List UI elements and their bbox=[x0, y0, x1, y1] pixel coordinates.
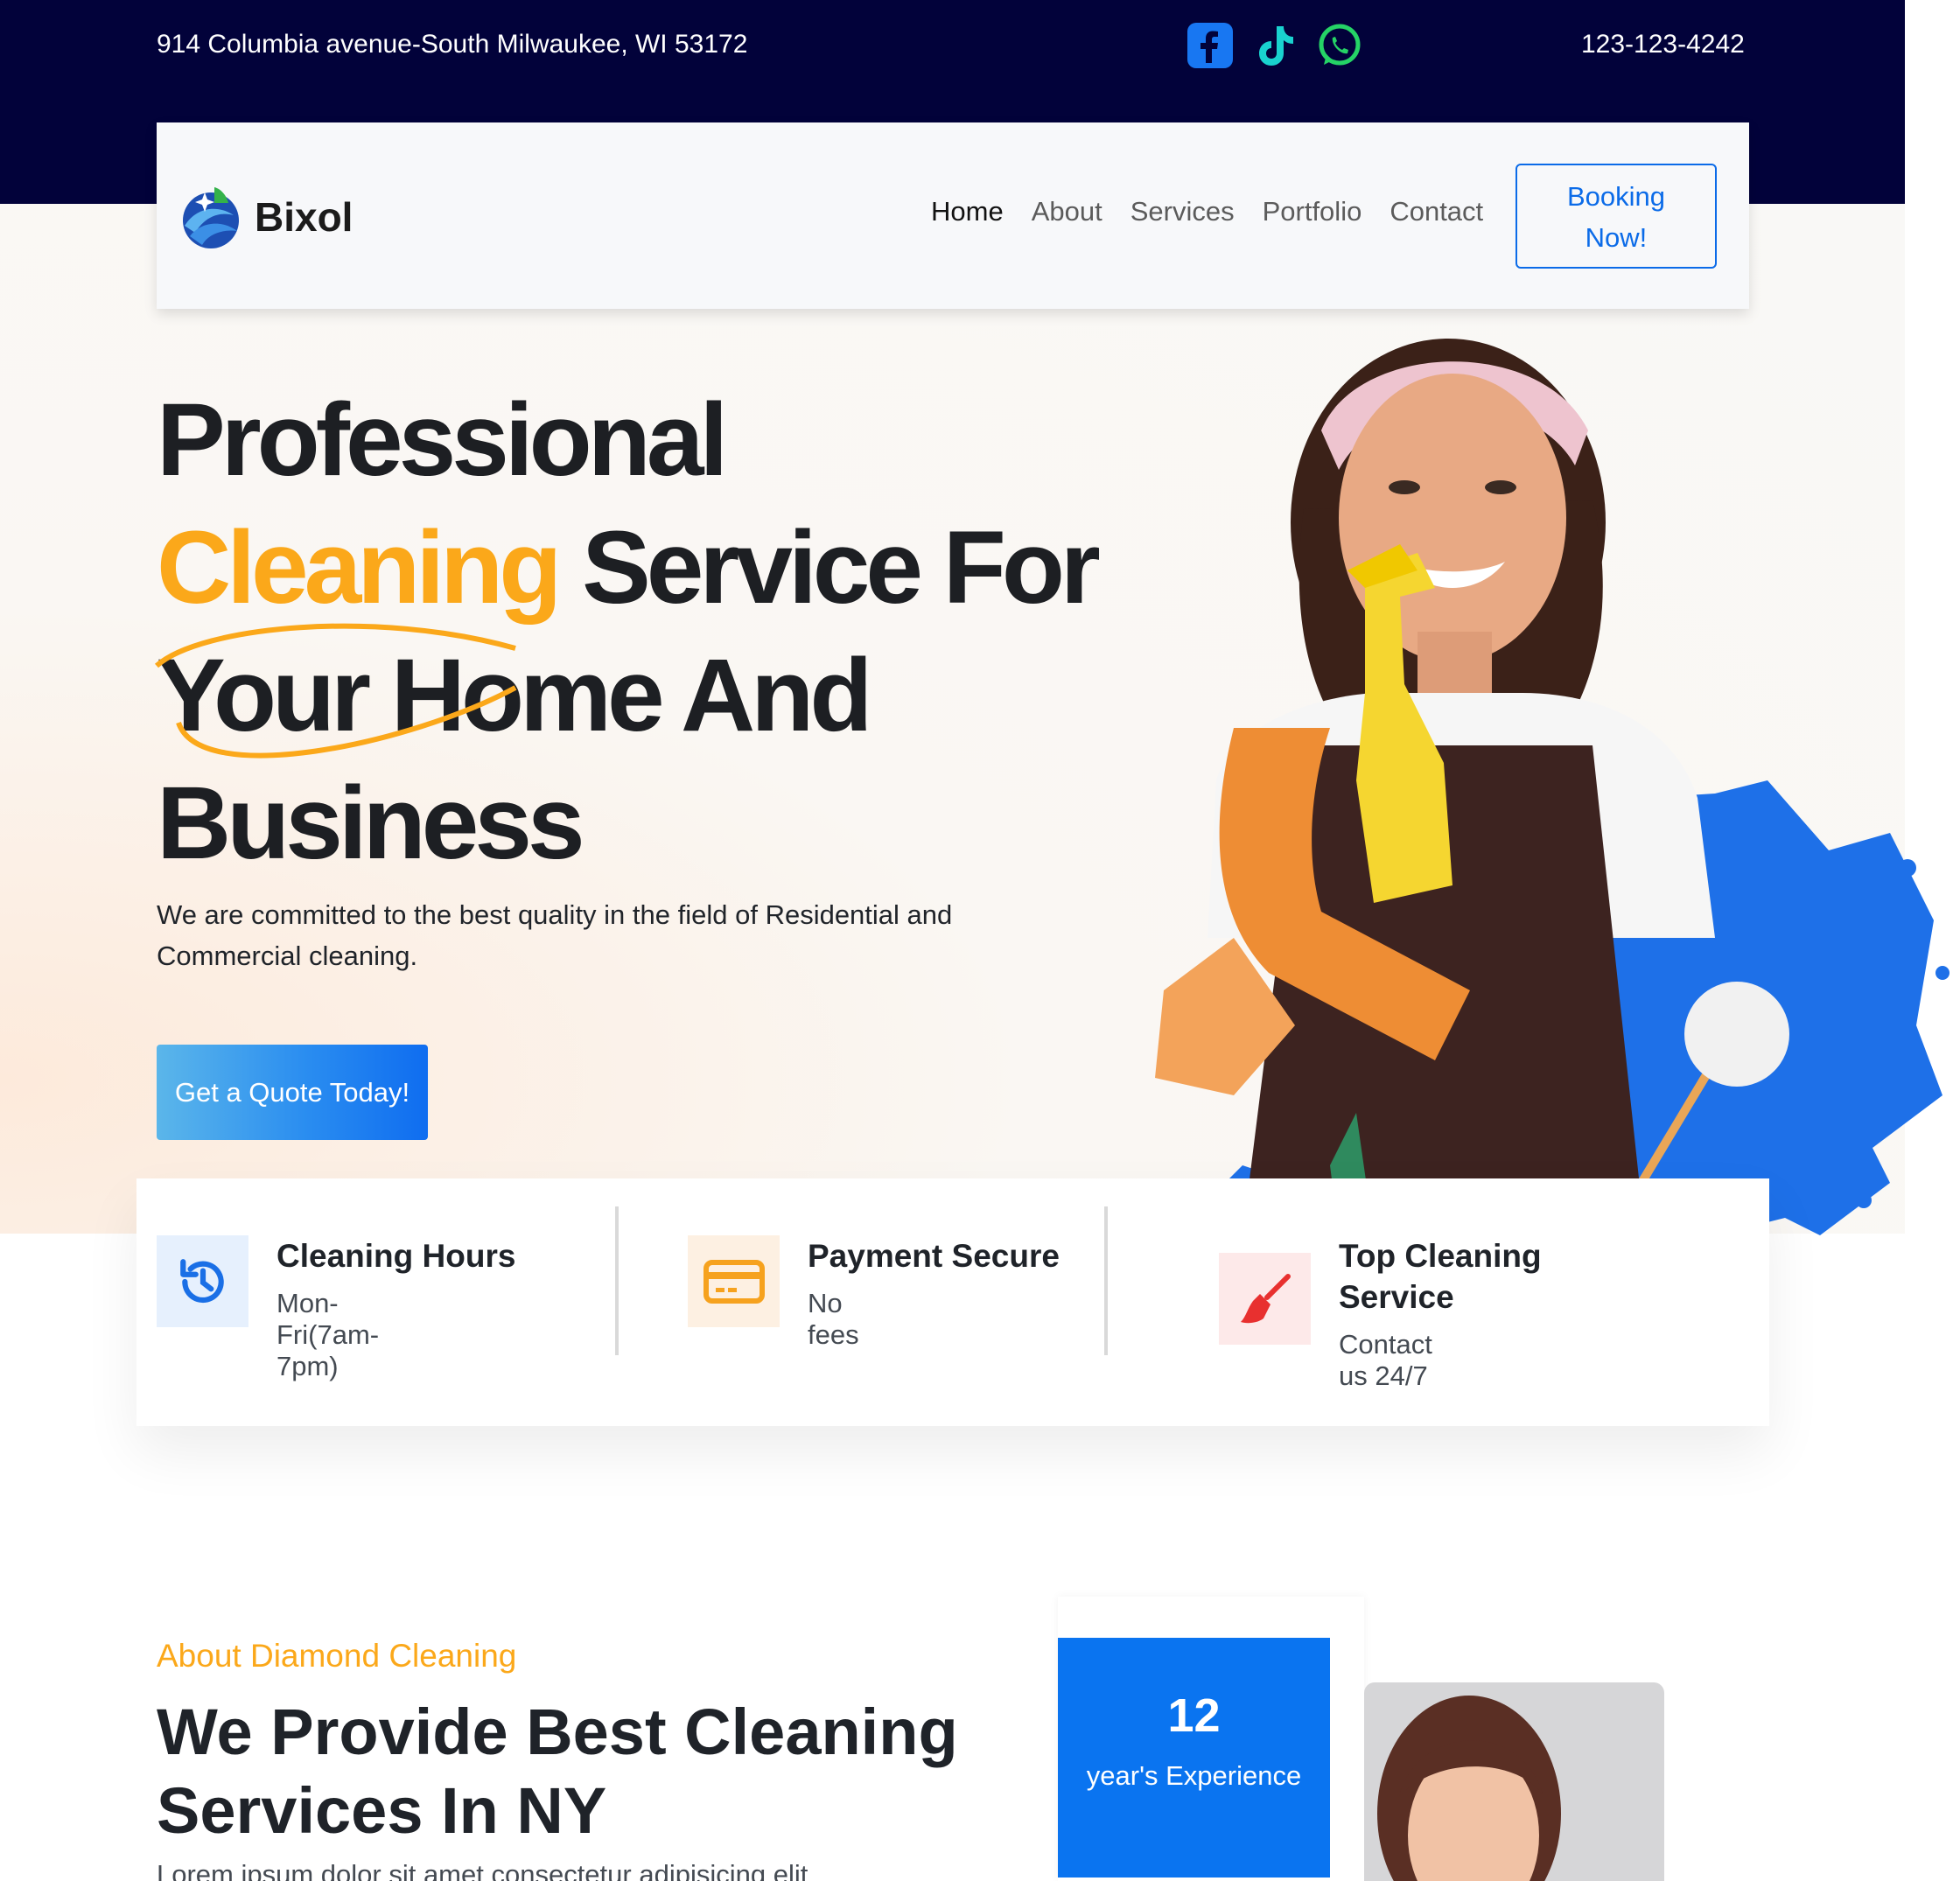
nav-services[interactable]: Services bbox=[1130, 196, 1235, 227]
hero-title-line2-rest: Service For bbox=[557, 510, 1101, 626]
nav-about[interactable]: About bbox=[1032, 196, 1102, 227]
top-address: 914 Columbia avenue-South Milwaukee, WI … bbox=[157, 30, 748, 59]
brand-logo[interactable]: Bixol bbox=[176, 180, 353, 254]
about-kicker: About Diamond Cleaning bbox=[157, 1638, 517, 1674]
hero-title-highlight: Cleaning bbox=[154, 504, 562, 759]
hero-title: Professional Cleaning Service For Your H… bbox=[154, 376, 1119, 887]
credit-card-icon bbox=[688, 1235, 780, 1327]
facebook-icon[interactable] bbox=[1186, 21, 1235, 70]
clock-history-icon bbox=[157, 1235, 248, 1327]
experience-label: year's Experience bbox=[1086, 1760, 1302, 1791]
nav-links: Home About Services Portfolio Contact bbox=[931, 196, 1483, 227]
feature-divider bbox=[615, 1206, 619, 1355]
hero-title-line1: Professional bbox=[157, 382, 728, 498]
whatsapp-icon[interactable] bbox=[1315, 21, 1364, 70]
feature-sub: No fees bbox=[808, 1288, 859, 1350]
feature-title: Top Cleaning Service bbox=[1339, 1238, 1542, 1315]
booking-now-button[interactable]: Booking Now! bbox=[1516, 164, 1717, 269]
highlight-ring bbox=[154, 623, 517, 759]
experience-badge: 12 year's Experience bbox=[1058, 1638, 1330, 1878]
feature-title: Cleaning Hours bbox=[276, 1238, 516, 1274]
broom-icon bbox=[1219, 1253, 1311, 1345]
main-navbar: Bixol Home About Services Portfolio Cont… bbox=[157, 122, 1749, 309]
feature-card: Cleaning Hours Mon-Fri(7am-7pm) Payment … bbox=[136, 1178, 1769, 1426]
nav-home[interactable]: Home bbox=[931, 196, 1004, 227]
logo-wave-icon bbox=[183, 187, 239, 248]
tiktok-icon[interactable] bbox=[1250, 21, 1299, 70]
about-photo bbox=[1364, 1682, 1664, 1881]
nav-portfolio[interactable]: Portfolio bbox=[1263, 196, 1362, 227]
logo-text: Bixol bbox=[255, 194, 354, 240]
top-phone[interactable]: 123-123-4242 bbox=[1581, 30, 1745, 59]
social-links bbox=[1186, 21, 1364, 70]
booking-label-line2: Now! bbox=[1585, 222, 1648, 253]
booking-label-line1: Booking bbox=[1566, 181, 1666, 212]
hero-title-line4: Business bbox=[157, 766, 585, 881]
nav-contact[interactable]: Contact bbox=[1390, 196, 1483, 227]
hero-title-line2: Cleaning Service For bbox=[154, 504, 1119, 759]
hero-subtitle: We are committed to the best quality in … bbox=[157, 899, 953, 971]
about-body: Lorem ipsum dolor sit amet consectetur a… bbox=[157, 1859, 808, 1881]
hero-cleaner-image bbox=[1155, 339, 1950, 1235]
team-member-image bbox=[1377, 1696, 1561, 1881]
about-title: We Provide Best Cleaning Services In NY bbox=[157, 1696, 958, 1847]
feature-sub: Contact us 24/7 bbox=[1339, 1329, 1432, 1391]
feature-sub: Mon-Fri(7am-7pm) bbox=[276, 1288, 380, 1381]
feature-divider bbox=[1104, 1206, 1108, 1355]
experience-number: 12 bbox=[1167, 1689, 1221, 1742]
page: 914 Columbia avenue-South Milwaukee, WI … bbox=[0, 0, 1960, 1881]
get-quote-button[interactable]: Get a Quote Today! bbox=[157, 1045, 428, 1140]
feature-title: Payment Secure bbox=[808, 1238, 1060, 1274]
